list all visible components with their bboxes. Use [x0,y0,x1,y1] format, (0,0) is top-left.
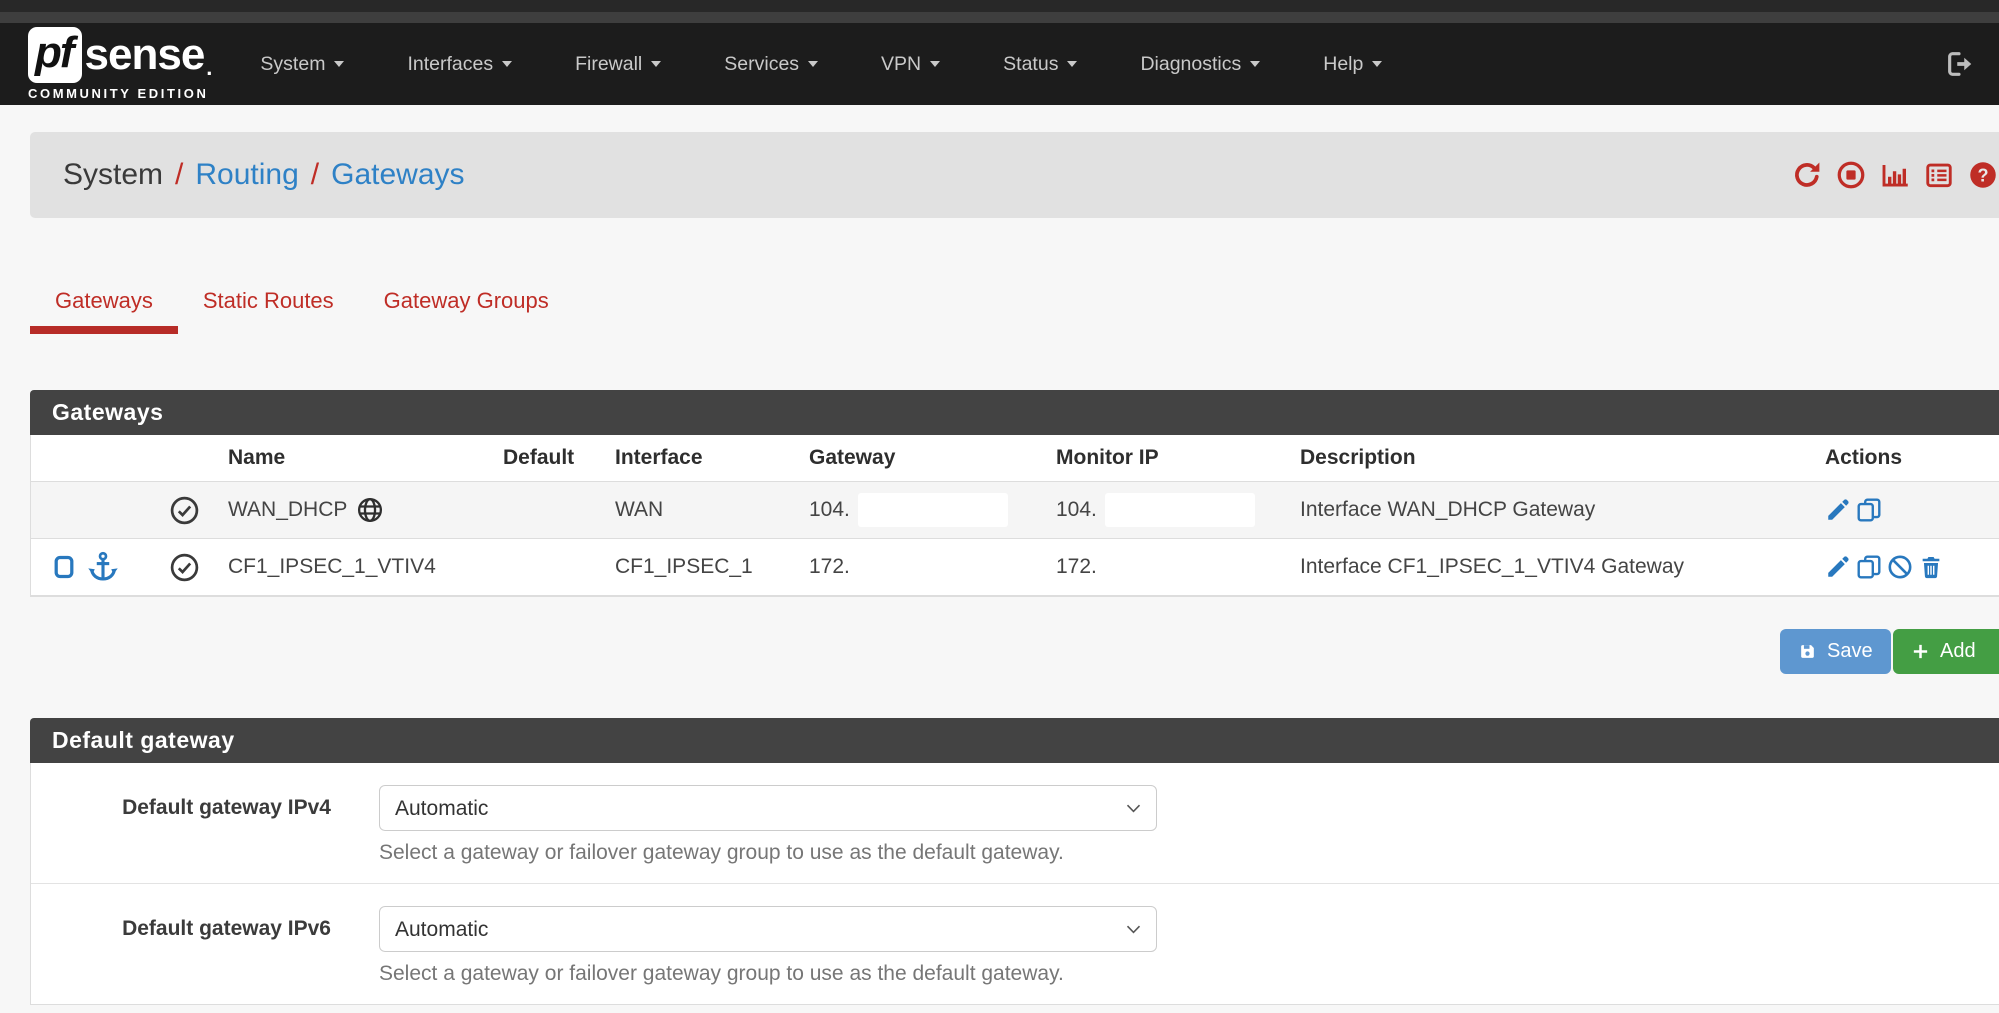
chevron-down-icon [808,61,818,67]
monitor-ip: 172. [1056,555,1097,579]
gateway-description: Interface CF1_IPSEC_1_VTIV4 Gateway [1288,555,1813,579]
menu-interfaces[interactable]: Interfaces [407,53,512,76]
breadcrumb-separator: / [175,158,183,192]
copy-icon[interactable] [1856,554,1882,580]
breadcrumb-link-routing[interactable]: Routing [195,158,298,192]
menu-system[interactable]: System [260,53,344,76]
menu-diagnostics[interactable]: Diagnostics [1140,53,1260,76]
default-gateway-ipv6-label: Default gateway IPv6 [31,906,331,986]
pfsense-logo[interactable]: pf sense . COMMUNITY EDITION [28,27,212,101]
breadcrumb-section: System [63,158,163,192]
delete-icon[interactable] [1918,554,1944,580]
actions-bar: Save Add [30,629,1999,675]
table-row: CF1_IPSEC_1_VTIV4 CF1_IPSEC_1 172. 172. … [31,539,1999,596]
gateway-description: Interface WAN_DHCP Gateway [1288,498,1813,522]
save-icon [1798,642,1817,661]
copy-icon[interactable] [1856,497,1882,523]
default-gateway-panel: Default gateway Default gateway IPv4 Aut… [30,718,1999,1005]
menu-services[interactable]: Services [724,53,818,76]
menu-help[interactable]: Help [1323,53,1382,76]
field-help-text: Select a gateway or failover gateway gro… [379,841,1157,865]
menu-status[interactable]: Status [1003,53,1077,76]
column-actions: Actions [1813,446,1999,470]
column-interface: Interface [603,446,797,470]
gateway-address: 172. [809,555,850,579]
top-navbar: pf sense . COMMUNITY EDITION System Inte… [0,23,1999,105]
brand-sense-text: sense [85,30,205,80]
table-row: WAN_DHCP WAN 104. 104. Interface WAN_DHC… [31,482,1999,539]
panel-title: Default gateway [52,727,235,754]
column-description: Description [1288,446,1813,470]
chevron-down-icon [502,61,512,67]
table-header-row: Name Default Interface Gateway Monitor I… [31,435,1999,482]
default-gateway-ipv4-select[interactable]: Automatic [379,785,1157,831]
chevron-down-icon [1250,61,1260,67]
save-button[interactable]: Save [1780,629,1891,674]
default-gateway-ipv4-label: Default gateway IPv4 [31,785,331,865]
tab-gateway-groups[interactable]: Gateway Groups [359,276,574,334]
globe-icon [356,496,384,524]
edit-icon[interactable] [1825,497,1851,523]
column-name: Name [216,446,491,470]
form-row-ipv6: Default gateway IPv6 Automatic Select a … [31,883,1999,1004]
breadcrumb-action-icons: ? [1792,132,1998,218]
gateway-name: CF1_IPSEC_1_VTIV4 [228,555,436,579]
gateway-name: WAN_DHCP [228,498,347,522]
breadcrumb-link-gateways[interactable]: Gateways [331,158,464,192]
sign-out-icon[interactable] [1945,50,1973,83]
browser-chrome-strip [0,0,1999,12]
chevron-down-icon [930,61,940,67]
gateway-interface: WAN [603,498,797,522]
chevron-down-icon [334,61,344,67]
ban-icon[interactable] [1887,554,1913,580]
menu-vpn[interactable]: VPN [881,53,940,76]
redaction-box [858,493,1008,527]
redaction-box [1105,493,1255,527]
help-icon[interactable]: ? [1968,160,1998,190]
brand-reg-mark: . [206,55,212,81]
edit-icon[interactable] [1825,554,1851,580]
square-outline-icon [51,554,77,580]
tab-gateways[interactable]: Gateways [30,276,178,334]
chevron-down-icon [1372,61,1382,67]
panel-title: Gateways [52,399,163,426]
main-menu: System Interfaces Firewall Services VPN … [260,53,1382,76]
breadcrumb-separator: / [311,158,319,192]
pf-logo-box: pf [28,27,82,83]
form-row-ipv4: Default gateway IPv4 Automatic Select a … [31,763,1999,883]
anchor-icon [86,550,120,584]
column-default: Default [491,446,603,470]
breadcrumb-bar: System / Routing / Gateways [30,132,1999,218]
add-button[interactable]: Add [1893,629,1999,674]
gateways-panel: Gateways Name Default Interface Gateway … [30,390,1999,597]
column-monitor-ip: Monitor IP [1044,446,1288,470]
column-gateway: Gateway [797,446,1044,470]
routing-tabs: Gateways Static Routes Gateway Groups [30,276,1999,334]
check-circle-icon [169,552,200,583]
monitoring-graph-icon[interactable] [1880,160,1910,190]
check-circle-icon [169,495,200,526]
refresh-icon[interactable] [1792,160,1822,190]
menu-firewall[interactable]: Firewall [575,53,661,76]
log-list-icon[interactable] [1924,160,1954,190]
breadcrumb: System / Routing / Gateways [63,158,465,192]
gateways-panel-header: Gateways [30,390,1999,435]
browser-toolbar-strip [0,12,1999,23]
chevron-down-icon [651,61,661,67]
svg-text:?: ? [1977,166,1988,186]
gateways-table: Name Default Interface Gateway Monitor I… [30,435,1999,597]
brand-edition-text: COMMUNITY EDITION [28,86,212,101]
stop-icon[interactable] [1836,160,1866,190]
tab-static-routes[interactable]: Static Routes [178,276,359,334]
monitor-ip: 104. [1056,498,1097,522]
plus-icon [1911,642,1930,661]
gateway-interface: CF1_IPSEC_1 [603,555,797,579]
chevron-down-icon [1067,61,1077,67]
field-help-text: Select a gateway or failover gateway gro… [379,962,1157,986]
default-gateway-panel-header: Default gateway [30,718,1999,763]
default-gateway-ipv6-select[interactable]: Automatic [379,906,1157,952]
gateway-address: 104. [809,498,850,522]
